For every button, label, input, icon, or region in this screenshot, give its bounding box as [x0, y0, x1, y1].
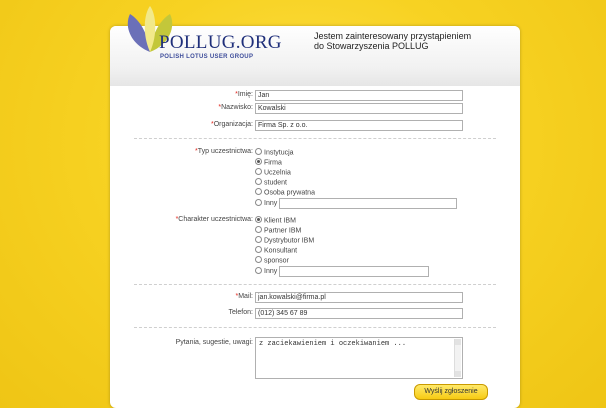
radio-icon[interactable]: [255, 226, 262, 234]
nazwisko-label: *Nazwisko:: [218, 104, 253, 111]
typ-label: *Typ uczestnictwa:: [195, 148, 253, 155]
title-line-2: do Stowarzyszenia POLLUG: [314, 41, 429, 51]
imie-input[interactable]: Jan: [255, 90, 463, 101]
divider: [134, 284, 496, 285]
charakter-option-konsultant[interactable]: Konsultant: [255, 246, 297, 256]
nazwisko-input[interactable]: Kowalski: [255, 103, 463, 114]
radio-icon[interactable]: [255, 178, 262, 186]
typ-option-uczelnia[interactable]: Uczelnia: [255, 168, 291, 178]
divider: [134, 138, 496, 139]
radio-icon[interactable]: [255, 256, 262, 264]
organizacja-input[interactable]: Firma Sp. z o.o.: [255, 120, 463, 131]
submit-button[interactable]: Wyślij zgłoszenie: [414, 384, 488, 400]
charakter-option-partner-ibm[interactable]: Partner IBM: [255, 226, 301, 236]
radio-icon[interactable]: [255, 236, 262, 244]
radio-selected-icon[interactable]: [255, 158, 262, 166]
typ-row: *Typ uczestnictwa:: [110, 147, 520, 159]
charakter-option-inny[interactable]: Inny: [255, 266, 430, 277]
mail-input[interactable]: jan.kowalski@firma.pl: [255, 292, 463, 303]
typ-option-firma[interactable]: Firma: [255, 158, 282, 168]
charakter-option-klient-ibm[interactable]: Klient IBM: [255, 216, 296, 226]
charakter-label: *Charakter uczestnictwa:: [175, 216, 253, 223]
textarea-scrollbar[interactable]: [454, 339, 461, 377]
radio-icon[interactable]: [255, 246, 262, 254]
typ-option-osoba-prywatna[interactable]: Osoba prywatna: [255, 188, 315, 198]
typ-option-instytucja[interactable]: Instytucja: [255, 148, 294, 158]
mail-label: *Mail:: [235, 293, 253, 300]
logo-text: POLLUG.ORG: [159, 32, 282, 53]
title-line-1: Jestem zainteresowany przystąpieniem: [314, 31, 472, 41]
uwagi-textarea[interactable]: z zaciekawieniem i oczekiwaniem ...: [255, 337, 463, 379]
scroll-down-icon[interactable]: [455, 371, 461, 377]
imie-row: *Imię: Jan: [110, 90, 520, 102]
uwagi-text: z zaciekawieniem i oczekiwaniem ...: [259, 340, 407, 348]
organizacja-label: *Organizacja:: [210, 121, 253, 128]
telefon-row: Telefon: (012) 345 67 89: [110, 308, 520, 320]
radio-icon[interactable]: [255, 148, 262, 156]
form-card: POLLUG.ORG POLISH LOTUS USER GROUP Jeste…: [110, 6, 520, 408]
radio-icon[interactable]: [255, 168, 262, 176]
uwagi-label: Pytania, sugestie, uwagi:: [175, 339, 253, 346]
radio-icon[interactable]: [255, 188, 262, 196]
charakter-row: *Charakter uczestnictwa:: [110, 215, 520, 227]
radio-icon[interactable]: [255, 199, 262, 206]
scroll-up-icon[interactable]: [455, 339, 461, 345]
page-title: Jestem zainteresowany przystąpieniem do …: [314, 31, 519, 51]
logo-subtitle: POLISH LOTUS USER GROUP: [160, 54, 254, 60]
radio-selected-icon[interactable]: [255, 216, 262, 224]
telefon-label: Telefon:: [228, 309, 253, 316]
nazwisko-row: *Nazwisko: Kowalski: [110, 103, 520, 115]
charakter-inny-input[interactable]: [279, 266, 430, 277]
charakter-option-sponsor[interactable]: sponsor: [255, 256, 289, 266]
form-header: POLLUG.ORG POLISH LOTUS USER GROUP Jeste…: [110, 6, 520, 86]
charakter-option-dystrybutor-ibm[interactable]: Dystrybutor IBM: [255, 236, 314, 246]
typ-option-student[interactable]: student: [255, 178, 287, 188]
imie-label: *Imię:: [235, 91, 253, 98]
divider: [134, 327, 496, 328]
typ-option-inny[interactable]: Inny: [255, 198, 458, 209]
mail-row: *Mail: jan.kowalski@firma.pl: [110, 292, 520, 304]
organizacja-row: *Organizacja: Firma Sp. z o.o.: [110, 120, 520, 132]
telefon-input[interactable]: (012) 345 67 89: [255, 308, 463, 319]
radio-icon[interactable]: [255, 267, 262, 274]
typ-inny-input[interactable]: [279, 198, 458, 209]
